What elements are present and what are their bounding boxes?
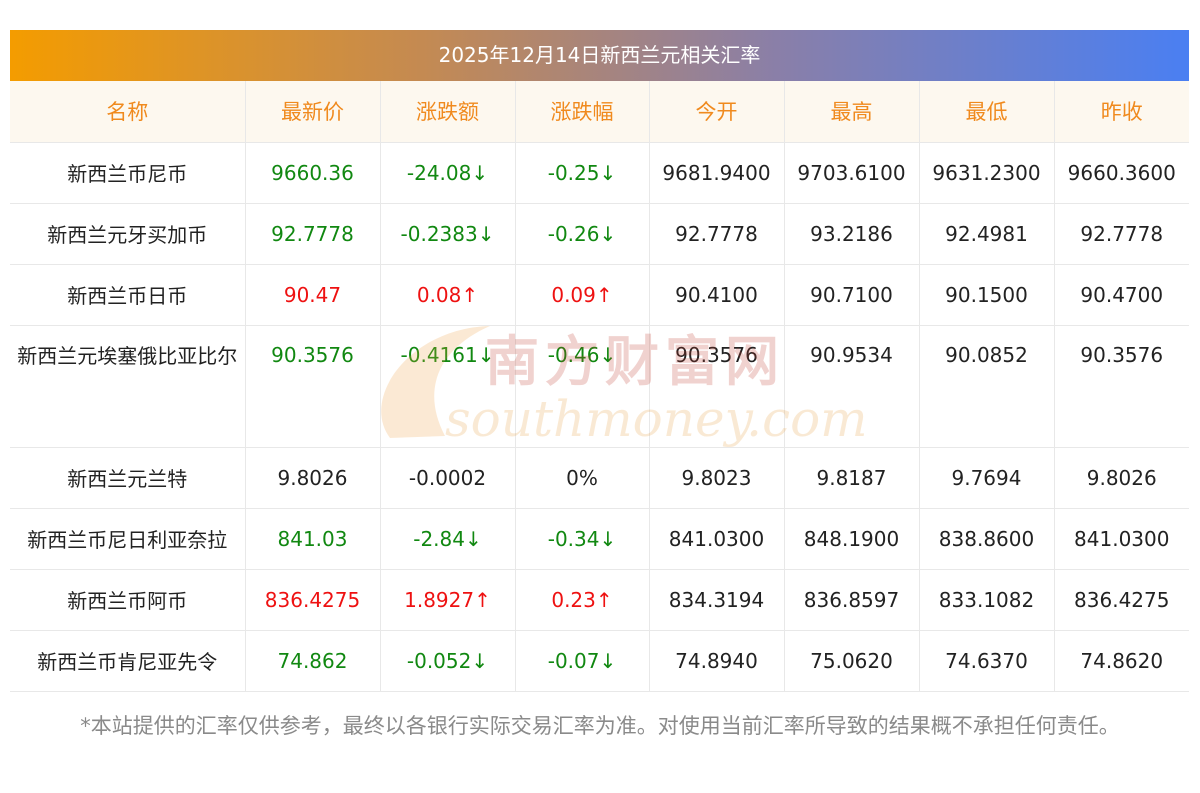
row-name[interactable]: 新西兰元牙买加币 <box>10 203 246 265</box>
row-prev: 74.8620 <box>1054 630 1189 692</box>
header-low: 最低 <box>919 81 1055 143</box>
header-latest: 最新价 <box>245 81 381 143</box>
row-latest: 836.4275 <box>245 569 381 631</box>
row-pct: -0.46↓ <box>515 325 650 448</box>
row-high: 90.7100 <box>784 264 920 326</box>
row-change: -0.052↓ <box>380 630 516 692</box>
row-name[interactable]: 新西兰币尼币 <box>10 142 246 204</box>
row-prev: 92.7778 <box>1054 203 1189 265</box>
row-low: 92.4981 <box>919 203 1055 265</box>
row-low: 74.6370 <box>919 630 1055 692</box>
row-low: 9631.2300 <box>919 142 1055 204</box>
row-latest: 92.7778 <box>245 203 381 265</box>
rate-table-panel: 2025年12月14日新西兰元相关汇率 名称 最新价 涨跌额 涨跌幅 今开 最高… <box>10 30 1189 692</box>
row-open: 834.3194 <box>649 569 785 631</box>
row-high: 9.8187 <box>784 447 920 509</box>
row-pct: -0.34↓ <box>515 508 650 570</box>
row-latest: 9660.36 <box>245 142 381 204</box>
table-row: 新西兰币肯尼亚先令 74.862 -0.052↓ -0.07↓ 74.8940 … <box>10 630 1189 692</box>
row-open: 841.0300 <box>649 508 785 570</box>
row-pct: -0.26↓ <box>515 203 650 265</box>
header-name: 名称 <box>10 81 246 143</box>
row-pct: 0.23↑ <box>515 569 650 631</box>
page-title: 2025年12月14日新西兰元相关汇率 <box>10 30 1189 81</box>
row-low: 838.8600 <box>919 508 1055 570</box>
row-change: -0.2383↓ <box>380 203 516 265</box>
row-low: 833.1082 <box>919 569 1055 631</box>
row-high: 93.2186 <box>784 203 920 265</box>
row-pct: -0.07↓ <box>515 630 650 692</box>
row-open: 90.3576 <box>649 325 785 448</box>
row-high: 90.9534 <box>784 325 920 448</box>
row-open: 9681.9400 <box>649 142 785 204</box>
header-high: 最高 <box>784 81 920 143</box>
row-latest: 9.8026 <box>245 447 381 509</box>
row-prev: 841.0300 <box>1054 508 1189 570</box>
row-high: 848.1900 <box>784 508 920 570</box>
table-row: 新西兰币日币 90.47 0.08↑ 0.09↑ 90.4100 90.7100… <box>10 264 1189 326</box>
header-pct: 涨跌幅 <box>515 81 650 143</box>
row-prev: 90.3576 <box>1054 325 1189 448</box>
row-pct: 0.09↑ <box>515 264 650 326</box>
row-pct: 0% <box>515 447 650 509</box>
row-high: 836.8597 <box>784 569 920 631</box>
row-name[interactable]: 新西兰币阿币 <box>10 569 246 631</box>
row-high: 9703.6100 <box>784 142 920 204</box>
table-header-row: 名称 最新价 涨跌额 涨跌幅 今开 最高 最低 昨收 <box>10 81 1189 143</box>
row-prev: 90.4700 <box>1054 264 1189 326</box>
row-name[interactable]: 新西兰币日币 <box>10 264 246 326</box>
disclaimer-footnote: *本站提供的汇率仅供参考，最终以各银行实际交易汇率为准。对使用当前汇率所导致的结… <box>80 714 1120 738</box>
row-low: 90.0852 <box>919 325 1055 448</box>
exchange-rate-table: 名称 最新价 涨跌额 涨跌幅 今开 最高 最低 昨收 新西兰币尼币 9660.3… <box>10 81 1189 692</box>
row-open: 90.4100 <box>649 264 785 326</box>
row-latest: 90.47 <box>245 264 381 326</box>
row-name[interactable]: 新西兰元兰特 <box>10 447 246 509</box>
table-row: 新西兰币阿币 836.4275 1.8927↑ 0.23↑ 834.3194 8… <box>10 569 1189 631</box>
row-pct: -0.25↓ <box>515 142 650 204</box>
table-row: 新西兰币尼币 9660.36 -24.08↓ -0.25↓ 9681.9400 … <box>10 142 1189 204</box>
header-open: 今开 <box>649 81 785 143</box>
row-change: -0.0002 <box>380 447 516 509</box>
row-name[interactable]: 新西兰币尼日利亚奈拉 <box>10 508 246 570</box>
row-prev: 9.8026 <box>1054 447 1189 509</box>
row-name[interactable]: 新西兰币肯尼亚先令 <box>10 630 246 692</box>
row-latest: 90.3576 <box>245 325 381 448</box>
row-high: 75.0620 <box>784 630 920 692</box>
table-row: 新西兰元牙买加币 92.7778 -0.2383↓ -0.26↓ 92.7778… <box>10 203 1189 265</box>
row-change: 1.8927↑ <box>380 569 516 631</box>
row-name[interactable]: 新西兰元埃塞俄比亚比尔 <box>10 325 246 448</box>
row-open: 9.8023 <box>649 447 785 509</box>
header-change: 涨跌额 <box>380 81 516 143</box>
table-row: 新西兰币尼日利亚奈拉 841.03 -2.84↓ -0.34↓ 841.0300… <box>10 508 1189 570</box>
row-change: -24.08↓ <box>380 142 516 204</box>
row-open: 92.7778 <box>649 203 785 265</box>
row-latest: 74.862 <box>245 630 381 692</box>
row-low: 90.1500 <box>919 264 1055 326</box>
row-open: 74.8940 <box>649 630 785 692</box>
row-prev: 836.4275 <box>1054 569 1189 631</box>
row-prev: 9660.3600 <box>1054 142 1189 204</box>
row-latest: 841.03 <box>245 508 381 570</box>
row-change: -0.4161↓ <box>380 325 516 448</box>
table-row: 新西兰元兰特 9.8026 -0.0002 0% 9.8023 9.8187 9… <box>10 447 1189 509</box>
row-change: 0.08↑ <box>380 264 516 326</box>
row-low: 9.7694 <box>919 447 1055 509</box>
row-change: -2.84↓ <box>380 508 516 570</box>
header-prev: 昨收 <box>1054 81 1189 143</box>
table-row: 新西兰元埃塞俄比亚比尔 90.3576 -0.4161↓ -0.46↓ 90.3… <box>10 325 1189 448</box>
